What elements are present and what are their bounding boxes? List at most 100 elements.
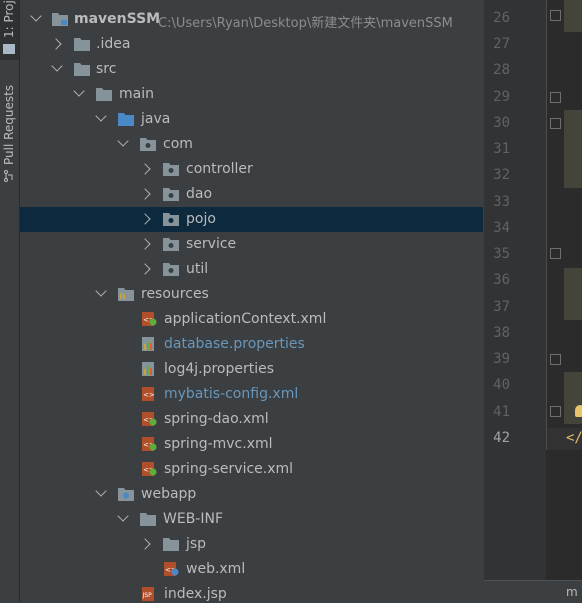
tree-node-web-xml[interactable]: <> web.xml [20,557,483,582]
project-tree: mavenSSM C:\Users\Ryan\Desktop\新建文件夹\mav… [20,0,483,602]
folder-label: jsp [186,536,207,552]
line-number: 32 [493,167,510,183]
code-highlight [564,268,582,320]
project-name: mavenSSM [74,11,161,27]
line-number: 34 [493,220,510,236]
module-folder-icon [52,13,68,26]
tree-node-resources[interactable]: resources [20,282,483,307]
folder-icon [74,63,90,76]
folder-label: WEB-INF [163,511,223,527]
properties-file-icon [142,362,154,376]
folder-label: main [119,86,154,102]
tree-node-dao[interactable]: dao [20,182,483,207]
editor-pane[interactable]: 26 27 28 29 30 31 32 33 34 35 36 37 38 3… [484,0,582,603]
fold-marker-icon[interactable] [550,354,561,365]
file-label: index.jsp [164,586,227,602]
expand-arrow-icon[interactable] [117,510,129,522]
line-number: 36 [493,272,510,288]
tool-window-strip: 1: Proj Pull Requests [0,0,20,602]
tree-node-web-inf[interactable]: WEB-INF [20,507,483,532]
expand-arrow-icon[interactable] [95,110,107,122]
line-number: 27 [493,36,510,52]
package-label: controller [186,161,253,177]
fold-marker-icon[interactable] [550,92,561,103]
tree-node-service[interactable]: service [20,232,483,257]
jsp-file-icon: JSP [142,587,154,601]
tree-node-root[interactable]: mavenSSM C:\Users\Ryan\Desktop\新建文件夹\mav… [20,7,483,32]
package-label: dao [186,186,213,202]
line-number: 28 [493,62,510,78]
package-icon [140,138,156,151]
tree-node-com[interactable]: com [20,132,483,157]
spring-xml-file-icon: <> [142,312,157,326]
expand-arrow-icon[interactable] [73,85,85,97]
expand-arrow-icon[interactable] [50,38,62,50]
tree-node-util[interactable]: util [20,257,483,282]
package-icon [163,238,179,251]
expand-arrow-icon[interactable] [95,285,107,297]
expand-arrow-icon[interactable] [139,538,151,550]
file-label: spring-dao.xml [164,411,269,427]
tree-node-file[interactable]: <> spring-mvc.xml [20,432,483,457]
expand-arrow-icon[interactable] [139,163,151,175]
fold-marker-icon[interactable] [550,10,561,21]
expand-arrow-icon[interactable] [139,188,151,200]
line-number: 29 [493,89,510,105]
expand-arrow-icon[interactable] [139,263,151,275]
expand-arrow-icon[interactable] [117,135,129,147]
folder-label: resources [141,286,209,302]
code-text[interactable]: </ [566,430,582,446]
line-number: 37 [493,299,510,315]
file-label: web.xml [186,561,246,577]
tree-node-idea[interactable]: .idea [20,32,483,57]
expand-arrow-icon[interactable] [95,485,107,497]
project-tool-tab[interactable]: 1: Proj [0,0,19,60]
tree-node-controller[interactable]: controller [20,157,483,182]
line-number: 41 [493,404,510,420]
fold-marker-icon[interactable] [550,118,561,129]
line-number: 38 [493,325,510,341]
tree-node-file[interactable]: <> mybatis-config.xml [20,382,483,407]
package-icon [163,263,179,276]
indent-guide [546,0,547,450]
project-tab-label: 1: Proj [2,0,16,38]
tree-node-file[interactable]: <> spring-service.xml [20,457,483,482]
folder-icon [74,38,90,51]
expand-arrow-icon[interactable] [51,60,63,72]
folder-label: .idea [96,36,131,52]
tree-node-java[interactable]: java [20,107,483,132]
fold-marker-icon[interactable] [550,406,561,417]
expand-arrow-icon[interactable] [139,213,151,225]
editor-tab-label: m [566,585,578,599]
project-path: C:\Users\Ryan\Desktop\新建文件夹\mavenSSM [158,16,453,31]
tree-node-webapp[interactable]: webapp [20,482,483,507]
resources-folder-icon [118,288,134,301]
pull-requests-tab-label: Pull Requests [2,84,16,165]
tree-node-src[interactable]: src [20,57,483,82]
line-number: 33 [493,194,510,210]
editor-tab[interactable]: m [484,580,582,603]
tree-node-file[interactable]: <> applicationContext.xml [20,307,483,332]
web-folder-icon [118,488,134,501]
tree-node-file[interactable]: log4j.properties [20,357,483,382]
tree-node-pojo[interactable]: pojo [20,207,483,232]
expand-arrow-icon[interactable] [139,238,151,250]
tree-node-file[interactable]: database.properties [20,332,483,357]
fold-marker-icon[interactable] [550,248,561,259]
line-number: 35 [493,246,510,262]
lightbulb-icon[interactable] [575,405,582,417]
tree-node-jsp[interactable]: jsp [20,532,483,557]
file-label: mybatis-config.xml [164,386,299,402]
tree-node-file[interactable]: <> spring-dao.xml [20,407,483,432]
file-label: log4j.properties [164,361,275,377]
expand-arrow-icon[interactable] [30,10,42,22]
line-number-gutter: 26 27 28 29 30 31 32 33 34 35 36 37 38 3… [484,0,561,602]
package-icon [163,188,179,201]
file-label: spring-service.xml [164,461,294,477]
tree-node-index-jsp[interactable]: JSP index.jsp [20,582,483,602]
folder-icon [163,538,179,551]
file-label: applicationContext.xml [164,311,327,327]
folder-label: webapp [141,486,197,502]
xml-file-icon: <> [142,387,155,401]
tree-node-main[interactable]: main [20,82,483,107]
